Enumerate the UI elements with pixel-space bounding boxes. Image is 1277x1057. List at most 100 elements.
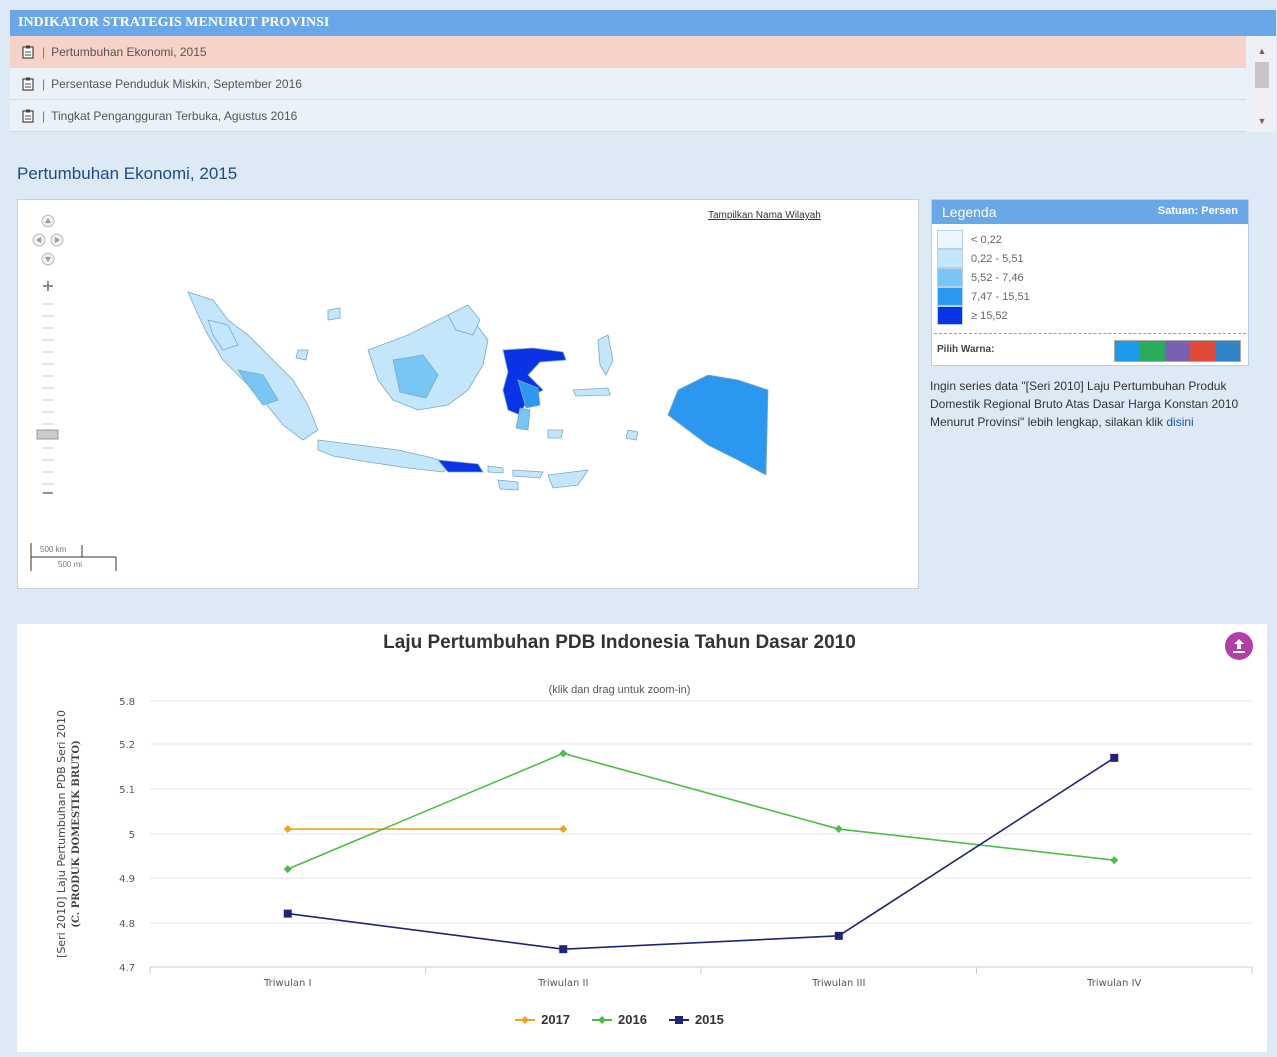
- document-icon: [22, 45, 34, 59]
- legend-item: ≥ 15,52: [937, 306, 1030, 325]
- legend-item: 5,52 - 7,46: [937, 268, 1030, 287]
- chart-title: Laju Pertumbuhan PDB Indonesia Tahun Das…: [383, 632, 856, 653]
- point-2015: [559, 945, 568, 954]
- scale-km-label: 500 km: [40, 545, 67, 554]
- y-axis-title: [Seri 2010] Laju Pertumbuhan PDB Seri 20…: [55, 710, 82, 958]
- separator: |: [42, 44, 46, 59]
- indicator-label: Pertumbuhan Ekonomi, 2015: [51, 44, 207, 59]
- legend-swatch: [937, 306, 963, 325]
- document-icon: [22, 109, 34, 123]
- legend-item: < 0,22: [937, 230, 1030, 249]
- scale-mi-label: 500 mi: [58, 560, 83, 569]
- section-title: Pertumbuhan Ekonomi, 2015: [17, 164, 238, 183]
- y-tick-label: 4.9: [119, 874, 135, 885]
- chart-subtitle: (klik dan drag untuk zoom-in): [548, 684, 691, 696]
- x-tick-label: Triwulan III: [811, 978, 865, 989]
- legend-entry-2017[interactable]: 2017: [515, 1012, 570, 1027]
- legend-label: 2017: [541, 1012, 571, 1027]
- legend-label: 7,47 - 15,51: [971, 290, 1030, 303]
- legend-marker-2016: [592, 1015, 613, 1024]
- legend-entry-2016[interactable]: 2016: [592, 1012, 647, 1027]
- palette-blue[interactable]: [1115, 341, 1140, 361]
- series-line-2016: [287, 752, 1115, 870]
- y-tick-label: 4.7: [119, 963, 135, 974]
- region-java: [317, 439, 454, 473]
- legend-title: Legenda: [942, 204, 997, 220]
- y-tick-label: 5.2: [119, 740, 135, 751]
- point-2016: [834, 825, 843, 834]
- map-navigation-control[interactable]: + −: [28, 212, 68, 502]
- indicator-item-unemployment[interactable]: | Tingkat Pengangguran Terbuka, Agustus …: [10, 100, 1246, 132]
- x-tick-label: Triwulan I: [263, 978, 311, 989]
- legend-marker-2017: [515, 1015, 536, 1024]
- indicator-item-growth[interactable]: | Pertumbuhan Ekonomi, 2015: [10, 36, 1246, 68]
- legend-label: 5,52 - 7,46: [971, 271, 1024, 284]
- legend-swatch: [937, 268, 963, 287]
- document-icon: [22, 77, 34, 91]
- y-tick-label: 4.8: [119, 919, 135, 930]
- more-info-link[interactable]: disini: [1166, 415, 1193, 429]
- legend-label: < 0,22: [971, 233, 1002, 246]
- x-tick-label: Triwulan IV: [1086, 978, 1141, 989]
- legend-swatch: [937, 287, 963, 306]
- separator: |: [42, 108, 46, 123]
- legend-unit: Satuan: Persen: [1157, 205, 1238, 217]
- pick-color-label: Pilih Warna:: [937, 344, 995, 355]
- region-papua: [667, 374, 769, 476]
- point-2015: [1110, 753, 1119, 762]
- list-scrollbar[interactable]: ▲ ▼: [1252, 42, 1272, 130]
- legend-entry-2015[interactable]: 2015: [668, 1012, 724, 1027]
- palette-steel-blue[interactable]: [1215, 341, 1240, 361]
- palette-green[interactable]: [1140, 341, 1165, 361]
- legend-label: 0,22 - 5,51: [971, 252, 1024, 265]
- show-region-names-link[interactable]: Tampilkan Nama Wilayah: [708, 210, 821, 221]
- point-2015: [834, 931, 843, 940]
- scroll-down-icon[interactable]: ▼: [1252, 114, 1272, 128]
- palette-red[interactable]: [1190, 341, 1215, 361]
- separator: |: [42, 76, 46, 91]
- palette-purple[interactable]: [1165, 341, 1190, 361]
- legend-marker-2015: [668, 1015, 689, 1024]
- chart-card: 4.7 4.8 4.9 5 5.1 5.2 5.8 Triwulan I Triwulan II…: [17, 624, 1267, 1052]
- y-axis-title-line1: [Seri 2010] Laju Pertumbuhan PDB Seri 20…: [55, 710, 68, 958]
- chart-legend: 2017 2016 2015: [17, 1012, 1222, 1027]
- legend-swatch: [937, 230, 963, 249]
- svg-text:+: +: [41, 276, 54, 295]
- x-tick-label: Triwulan II: [537, 978, 588, 989]
- legend-label: ≥ 15,52: [971, 309, 1008, 322]
- scroll-up-icon[interactable]: ▲: [1252, 44, 1272, 58]
- indicator-list: | Pertumbuhan Ekonomi, 2015 | Persentase…: [10, 36, 1246, 132]
- point-2016: [1110, 856, 1119, 865]
- map-container[interactable]: Tampilkan Nama Wilayah + − 500 km 500 mi: [17, 199, 919, 589]
- scrollbar-thumb[interactable]: [1255, 62, 1269, 88]
- panel-title: INDIKATOR STRATEGIS MENURUT PROVINSI: [10, 10, 1276, 36]
- legend-swatch: [937, 249, 963, 268]
- legend-label: 2016: [618, 1012, 647, 1027]
- svg-text:−: −: [41, 483, 54, 502]
- series-line-2015: [287, 757, 1115, 951]
- point-2016: [283, 865, 292, 874]
- indicator-label: Tingkat Pengangguran Terbuka, Agustus 20…: [51, 108, 298, 123]
- legend-item: 0,22 - 5,51: [937, 249, 1030, 268]
- map-scale: 500 km 500 mi: [30, 543, 120, 573]
- indicator-panel: INDIKATOR STRATEGIS MENURUT PROVINSI | P…: [10, 10, 1276, 132]
- map-legend: Legenda Satuan: Persen < 0,22 0,22 - 5,5…: [931, 199, 1249, 366]
- y-tick-label: 5.8: [119, 697, 135, 708]
- point-2017: [283, 825, 292, 834]
- y-tick-label: 5.1: [119, 785, 135, 796]
- region-sumatra: [187, 291, 319, 441]
- indicator-item-poverty[interactable]: | Persentase Penduduk Miskin, September …: [10, 68, 1246, 100]
- indicator-label: Persentase Penduduk Miskin, September 20…: [51, 76, 302, 91]
- export-icon[interactable]: [1225, 632, 1253, 660]
- legend-divider: [934, 333, 1246, 334]
- legend-item: 7,47 - 15,51: [937, 287, 1030, 306]
- y-tick-label: 5: [129, 830, 135, 841]
- point-2016: [559, 749, 568, 758]
- indonesia-choropleth-map[interactable]: [168, 280, 788, 500]
- point-2017: [559, 825, 568, 834]
- y-axis-title-line2: (C. PRODUK DOMESTIK BRUTO): [71, 740, 82, 928]
- point-2015: [283, 909, 292, 918]
- color-palette: [1114, 340, 1241, 362]
- legend-label: 2015: [694, 1012, 724, 1027]
- more-info-text: Ingin series data "[Seri 2010] Laju Pert…: [930, 377, 1270, 431]
